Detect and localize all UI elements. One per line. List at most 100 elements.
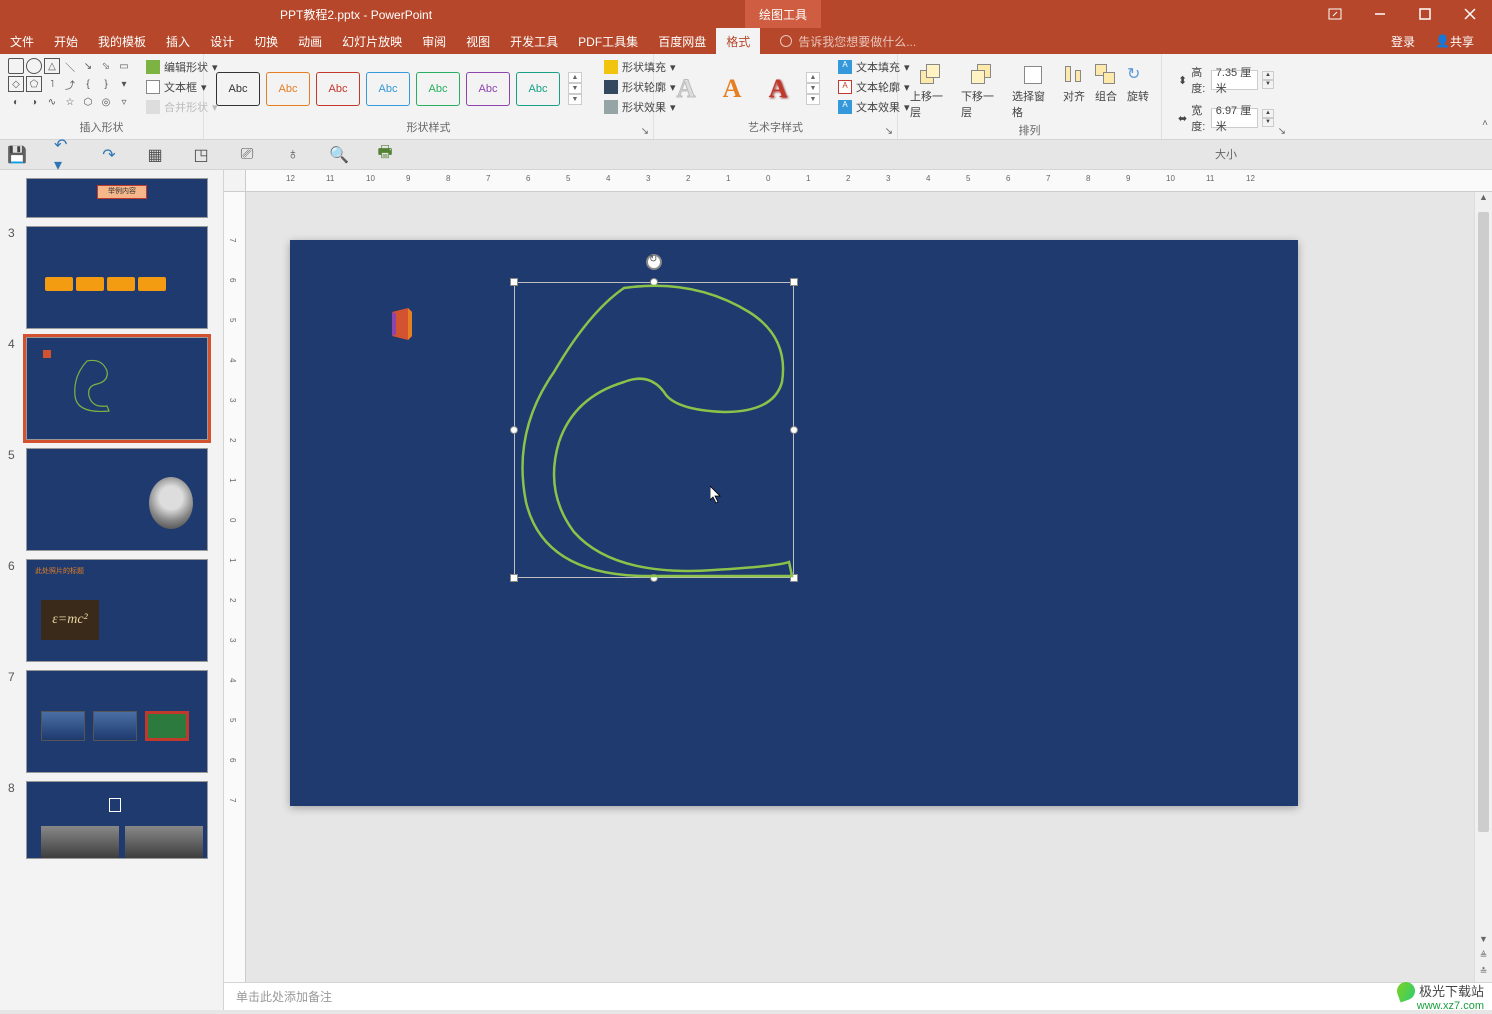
contextual-tab-drawing-tools[interactable]: 绘图工具: [745, 0, 821, 28]
wordart-preset[interactable]: A: [712, 69, 752, 109]
shape-icon[interactable]: ⬠: [26, 76, 42, 92]
maximize-icon[interactable]: [1402, 0, 1447, 28]
menu-pdf[interactable]: PDF工具集: [568, 28, 648, 54]
menu-templates[interactable]: 我的模板: [88, 28, 156, 54]
slide-canvas[interactable]: [246, 192, 1474, 982]
bring-forward-button[interactable]: 上移一层: [906, 62, 955, 122]
minimize-icon[interactable]: [1357, 0, 1402, 28]
style-preset[interactable]: Abc: [516, 72, 560, 106]
gallery-more-icon[interactable]: ▼: [568, 94, 582, 105]
collapse-ribbon-icon[interactable]: ˄: [1482, 118, 1488, 129]
group-button[interactable]: 组合: [1091, 62, 1121, 106]
gallery-up-icon[interactable]: ▲: [806, 72, 820, 83]
spinner-up-icon[interactable]: ▲: [1262, 109, 1274, 118]
gallery-up-icon[interactable]: ▲: [568, 72, 582, 83]
wordart-gallery[interactable]: A A A ▲ ▼ ▼: [662, 58, 824, 119]
login-button[interactable]: 登录: [1381, 28, 1425, 54]
menu-developer[interactable]: 开发工具: [500, 28, 568, 54]
shape-style-gallery[interactable]: Abc Abc Abc Abc Abc Abc Abc ▲ ▼ ▼: [212, 58, 586, 119]
height-input[interactable]: 7.35 厘米: [1211, 70, 1258, 90]
thumbnail-slide-3[interactable]: 3: [0, 222, 223, 333]
spinner-down-icon[interactable]: ▼: [1262, 80, 1274, 89]
wordart-preset[interactable]: A: [758, 69, 798, 109]
shape-icon[interactable]: ◑: [26, 94, 42, 110]
slide-thumbnail[interactable]: 此处照片的标题 ε=mc²: [26, 559, 208, 662]
thumbnail-slide-6[interactable]: 6 此处照片的标题 ε=mc²: [0, 555, 223, 666]
scroll-up-icon[interactable]: ▲: [1475, 192, 1492, 208]
shape-icon[interactable]: [8, 58, 24, 74]
thumbnail-slide-5[interactable]: 5: [0, 444, 223, 555]
gallery-down-icon[interactable]: ▼: [806, 83, 820, 94]
selected-shape[interactable]: [514, 282, 794, 578]
menu-file[interactable]: 文件: [0, 28, 44, 54]
undo-icon[interactable]: ↶ ▾: [54, 146, 72, 164]
style-preset[interactable]: Abc: [416, 72, 460, 106]
shape-icon[interactable]: ▭: [116, 58, 132, 74]
redo-icon[interactable]: ↷: [100, 146, 118, 164]
menu-slideshow[interactable]: 幻灯片放映: [332, 28, 412, 54]
slide-thumbnail[interactable]: [26, 448, 208, 551]
qat-icon[interactable]: 🔍: [330, 146, 348, 164]
share-button[interactable]: 👤 共享: [1425, 28, 1484, 54]
dialog-launcher-icon[interactable]: ↘: [641, 126, 649, 137]
qat-icon[interactable]: ♁: [284, 146, 302, 164]
dialog-launcher-icon[interactable]: ↘: [1278, 126, 1286, 137]
notes-pane[interactable]: 单击此处添加备注: [224, 982, 1492, 1010]
scroll-down-icon[interactable]: ▼: [1475, 934, 1492, 950]
thumbnail-slide-8[interactable]: 8: [0, 777, 223, 863]
style-preset[interactable]: Abc: [466, 72, 510, 106]
next-slide-icon[interactable]: ≛: [1475, 966, 1492, 982]
qat-icon[interactable]: ▦: [146, 146, 164, 164]
align-button[interactable]: 对齐: [1059, 62, 1089, 106]
slide-thumbnail[interactable]: 举例内容: [26, 178, 208, 218]
rotation-handle[interactable]: [646, 254, 662, 270]
menu-design[interactable]: 设计: [200, 28, 244, 54]
shape-icon[interactable]: ▿: [116, 94, 132, 110]
shape-icon[interactable]: ˥: [44, 76, 60, 92]
shape-icon[interactable]: ⤴: [62, 76, 78, 92]
slide-thumbnail-selected[interactable]: [26, 337, 208, 440]
horizontal-ruler[interactable]: 1211109876543210123456789101112: [246, 170, 1492, 192]
vertical-ruler[interactable]: 765432101234567: [224, 192, 246, 982]
gallery-more-icon[interactable]: ▼: [806, 94, 820, 105]
menu-home[interactable]: 开始: [44, 28, 88, 54]
shape-icon[interactable]: ◎: [98, 94, 114, 110]
menu-format[interactable]: 格式: [716, 28, 760, 54]
gallery-down-icon[interactable]: ▼: [568, 83, 582, 94]
wordart-preset[interactable]: A: [666, 69, 706, 109]
shape-icon[interactable]: ＼: [62, 58, 78, 74]
menu-review[interactable]: 审阅: [412, 28, 456, 54]
shapes-gallery[interactable]: △ ＼ ↘ ⬂ ▭ ◇ ⬠ ˥ ⤴ { } ▾ ◐ ◑ ∿ ☆ ⬡ ◎ ▿: [8, 58, 132, 119]
shape-icon[interactable]: ⬂: [98, 58, 114, 74]
ribbon-display-options-icon[interactable]: [1312, 0, 1357, 28]
style-preset[interactable]: Abc: [316, 72, 360, 106]
tell-me-search[interactable]: 告诉我您想要做什么...: [780, 33, 916, 50]
shape-icon[interactable]: ⬡: [80, 94, 96, 110]
shape-icon[interactable]: [26, 58, 42, 74]
slide-thumbnail[interactable]: [26, 670, 208, 773]
shape-icon[interactable]: {: [80, 76, 96, 92]
send-backward-button[interactable]: 下移一层: [957, 62, 1006, 122]
slide-thumbnail[interactable]: [26, 226, 208, 329]
menu-insert[interactable]: 插入: [156, 28, 200, 54]
thumbnail-slide-7[interactable]: 7: [0, 666, 223, 777]
vertical-scrollbar[interactable]: ▲ ▼ ≜ ≛: [1474, 192, 1492, 982]
style-preset[interactable]: Abc: [366, 72, 410, 106]
menu-baidu[interactable]: 百度网盘: [648, 28, 716, 54]
menu-animations[interactable]: 动画: [288, 28, 332, 54]
slide-thumbnails-panel[interactable]: 举例内容 3 4 5 6 此处照片的标题 ε=mc²: [0, 170, 224, 1010]
qat-icon[interactable]: 🖶: [376, 146, 394, 164]
slide-thumbnail[interactable]: [26, 781, 208, 859]
qat-icon[interactable]: ⎚: [238, 146, 256, 164]
shape-icon[interactable]: ☆: [62, 94, 78, 110]
width-input[interactable]: 6.97 厘米: [1211, 108, 1258, 128]
shape-icon[interactable]: }: [98, 76, 114, 92]
style-preset[interactable]: Abc: [266, 72, 310, 106]
save-icon[interactable]: 💾: [8, 146, 26, 164]
style-preset[interactable]: Abc: [216, 72, 260, 106]
thumbnail-slide-2[interactable]: 举例内容: [0, 174, 223, 222]
prev-slide-icon[interactable]: ≜: [1475, 950, 1492, 966]
shape-icon[interactable]: ▾: [116, 76, 132, 92]
rotate-button[interactable]: ↻ 旋转: [1123, 62, 1153, 106]
thumbnail-slide-4[interactable]: 4: [0, 333, 223, 444]
